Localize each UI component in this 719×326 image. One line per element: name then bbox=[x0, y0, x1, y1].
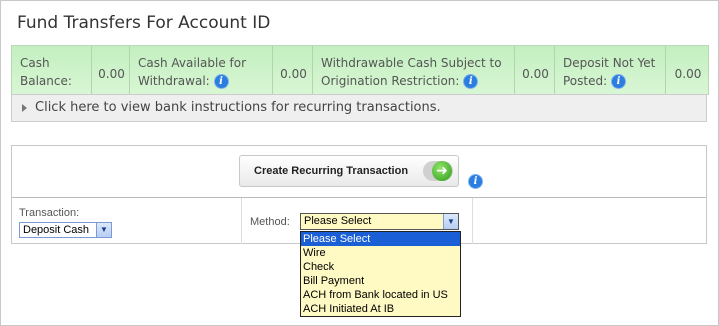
cash-available-value: 0.00 bbox=[273, 46, 313, 94]
expand-triangle-icon bbox=[22, 103, 27, 112]
withdrawable-cash-value: 0.00 bbox=[515, 46, 555, 94]
transaction-select[interactable]: Deposit Cash ▼ bbox=[19, 222, 112, 238]
info-icon[interactable]: i bbox=[610, 74, 626, 89]
cash-balance-label: Cash Balance: bbox=[12, 46, 92, 94]
deposit-not-posted-label: Deposit Not Yet Posted: i bbox=[555, 46, 666, 94]
method-option[interactable]: ACH from Bank located in US bbox=[301, 288, 460, 302]
toggle-switch: ➜ bbox=[423, 161, 453, 181]
chevron-down-icon[interactable]: ▼ bbox=[443, 214, 458, 229]
transaction-label: Transaction: bbox=[19, 207, 80, 219]
page-title: Fund Transfers For Account ID bbox=[17, 13, 271, 33]
info-icon[interactable]: i bbox=[468, 174, 483, 189]
method-label: Method: bbox=[250, 216, 290, 228]
method-option[interactable]: Bill Payment bbox=[301, 274, 460, 288]
chevron-down-icon[interactable]: ▼ bbox=[96, 223, 111, 237]
info-icon[interactable]: i bbox=[463, 74, 479, 89]
method-select[interactable]: Please Select ▼ bbox=[300, 213, 459, 230]
bank-instructions-link[interactable]: Click here to view bank instructions for… bbox=[11, 94, 707, 122]
method-option[interactable]: ACH Initiated At IB bbox=[301, 302, 460, 316]
cash-balance-value: 0.00 bbox=[92, 46, 130, 94]
method-dropdown-list: Please Select Wire Check Bill Payment AC… bbox=[300, 231, 461, 317]
withdrawable-cash-label: Withdrawable Cash Subject to Origination… bbox=[313, 46, 515, 94]
deposit-not-posted-value: 0.00 bbox=[674, 67, 702, 81]
balance-bar: Cash Balance: 0.00 Cash Available for Wi… bbox=[11, 45, 709, 95]
method-option[interactable]: Wire bbox=[301, 246, 460, 260]
create-recurring-transaction-button[interactable]: Create Recurring Transaction ➜ bbox=[239, 155, 459, 187]
method-option[interactable]: Please Select bbox=[301, 232, 460, 246]
cash-available-label: Cash Available for Withdrawal: i bbox=[130, 46, 273, 94]
method-option[interactable]: Check bbox=[301, 260, 460, 274]
info-icon[interactable]: i bbox=[213, 74, 229, 89]
arrow-right-icon: ➜ bbox=[432, 161, 452, 181]
